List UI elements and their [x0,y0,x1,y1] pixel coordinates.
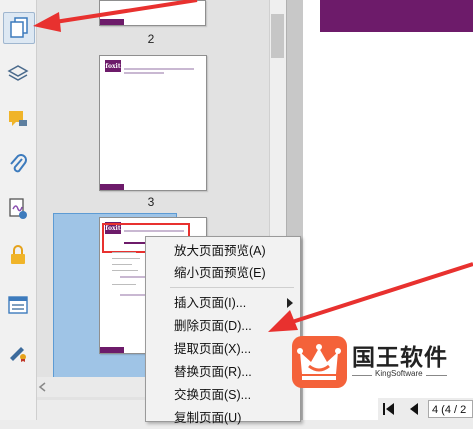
scroll-left-icon[interactable] [37,381,49,393]
scrollbar-thumb[interactable] [271,14,284,58]
layers-icon[interactable] [3,58,33,88]
signature-icon[interactable] [3,194,33,224]
watermark-title: 国王软件 [352,344,448,370]
attachments-icon[interactable] [3,150,33,180]
first-page-icon[interactable] [382,402,396,416]
menu-item-swap-pages[interactable]: 交换页面(S)... [146,384,300,406]
page-thumbnail[interactable]: foxit [99,55,207,191]
page-number-label: 3 [147,195,155,209]
document-header-banner [320,0,473,32]
foxit-logo: foxit [105,60,121,72]
form-fields-icon[interactable] [3,290,33,320]
menu-item-duplicate-pages[interactable]: 复制页面(U) [146,407,300,429]
menu-item-zoom-in-preview[interactable]: 放大页面预览(A) [146,240,300,262]
previous-page-icon[interactable] [408,402,420,416]
annotation-arrow-delete [268,262,473,332]
watermark-subtitle: KingSoftware [372,369,426,378]
security-icon[interactable] [3,240,33,270]
page-number-input[interactable]: 4 (4 / 2 [428,400,473,418]
comments-icon[interactable] [3,104,33,134]
menu-item-replace-pages[interactable]: 替换页面(R)... [146,361,300,383]
certify-icon[interactable] [3,336,33,366]
navigation-rail [0,0,37,420]
kingsoftware-watermark: 国王软件 KingSoftware [292,336,450,388]
annotation-arrow-top [33,0,198,32]
crown-logo [292,336,347,388]
